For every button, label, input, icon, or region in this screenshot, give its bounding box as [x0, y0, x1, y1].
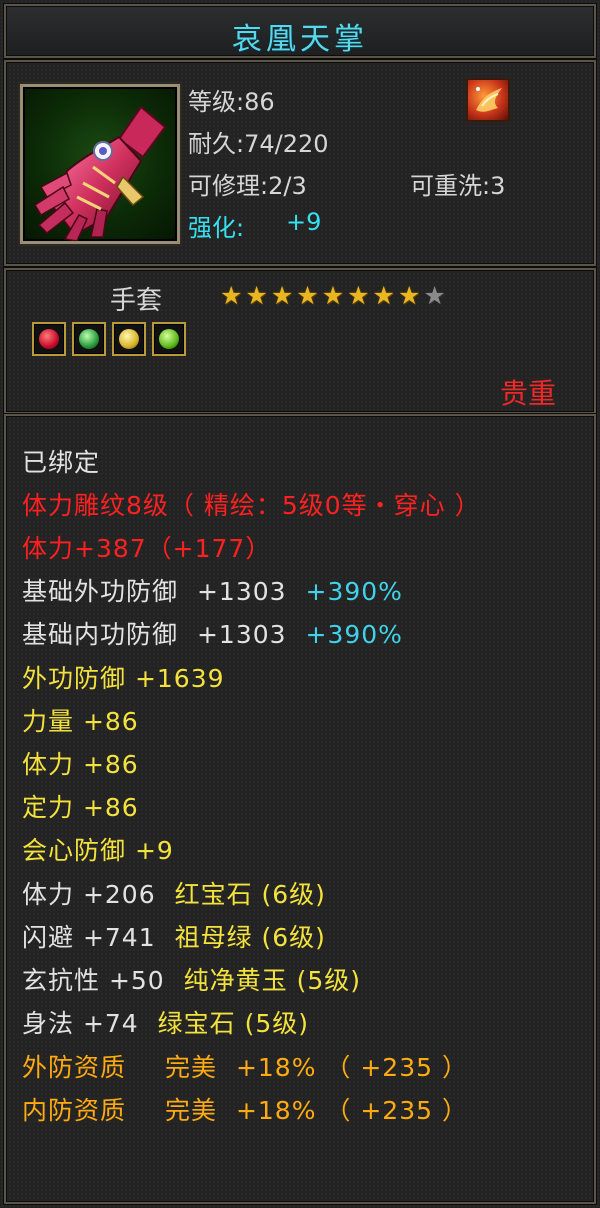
- gem-name: 绿宝石 (5级): [157, 1009, 310, 1038]
- vitality-line: 体力 +86: [22, 750, 139, 779]
- strength-line: 力量 +86: [22, 707, 139, 736]
- bound-status: 已绑定: [22, 448, 101, 477]
- gem-name: 祖母绿 (6级): [174, 923, 326, 952]
- star-filled-icon: ★: [270, 281, 294, 310]
- gem-name: 纯净黄玉 (5级): [183, 966, 362, 995]
- attr-label: 基础外功防御: [22, 577, 179, 606]
- item-name: 哀凰天掌: [232, 22, 368, 57]
- gem-stat: 玄抗性 +50: [22, 966, 165, 995]
- gem-slots: [32, 322, 186, 356]
- star-empty-icon: ★: [423, 281, 446, 310]
- quality-value: +18% （ +235 ）: [235, 1096, 468, 1125]
- gem-line: 玄抗性 +50 纯净黄玉 (5级): [22, 966, 361, 996]
- item-level: 等级:86: [188, 88, 275, 116]
- item-enhance-value: +9: [286, 208, 322, 236]
- stability-line: 定力 +86: [22, 793, 139, 822]
- star-filled-icon: ★: [321, 281, 345, 310]
- item-portrait[interactable]: [20, 84, 180, 244]
- quality-label: 内防资质: [22, 1096, 127, 1125]
- item-type: 手套: [110, 286, 163, 316]
- star-filled-icon: ★: [347, 281, 370, 310]
- star-filled-icon: ★: [397, 281, 421, 310]
- gem-stat: 体力 +206: [22, 880, 156, 909]
- base-ext-def-line: 基础外功防御 +1303 +390%: [22, 577, 403, 607]
- quality-line: 内防资质 完美 +18% （ +235 ）: [22, 1096, 468, 1126]
- base-int-def-line: 基础内功防御 +1303 +390%: [22, 620, 403, 650]
- rarity-label: 贵重: [499, 377, 556, 410]
- item-repairable: 可修理:2/3: [188, 172, 307, 200]
- green-gem-icon[interactable]: [72, 322, 106, 356]
- attr-value: +1303: [196, 577, 287, 606]
- crit-def-line: 会心防御 +9: [22, 836, 174, 865]
- star-filled-icon: ★: [220, 281, 243, 310]
- gem-name: 红宝石 (6级): [174, 880, 326, 909]
- info-panel: 等级:86 耐久:74/220 可修理:2/3 可重洗:3 强化: +9: [4, 60, 596, 266]
- attr-pct: +390%: [305, 577, 403, 606]
- gem-stat: 身法 +74: [22, 1009, 139, 1038]
- item-tooltip: 哀凰天掌 等级:86 耐久:74/220 可修理:2/3 可重洗:3 强化: +…: [0, 0, 600, 1208]
- star-filled-icon: ★: [372, 281, 395, 310]
- red-gem-icon[interactable]: [32, 322, 66, 356]
- attr-label: 基础内功防御: [22, 620, 179, 649]
- ext-def-line: 外功防御 +1639: [22, 664, 225, 693]
- item-rewash: 可重洗:3: [410, 172, 506, 200]
- engrave-line: 体力雕纹8级（ 精绘：5级0等・穿心 ）: [22, 491, 481, 520]
- title-bar: 哀凰天掌: [4, 4, 596, 58]
- gem-stat: 闪避 +741: [22, 923, 156, 952]
- quality-grade: 完美: [164, 1096, 217, 1125]
- yellow-gem-icon[interactable]: [112, 322, 146, 356]
- quality-label: 外防资质: [22, 1053, 127, 1082]
- quality-grade: 完美: [164, 1053, 217, 1082]
- quality-value: +18% （ +235 ）: [235, 1053, 468, 1082]
- gem-line: 身法 +74 绿宝石 (5级): [22, 1009, 309, 1039]
- item-durability: 耐久:74/220: [188, 130, 329, 158]
- star-filled-icon: ★: [245, 281, 268, 310]
- star-filled-icon: ★: [296, 281, 319, 310]
- gauntlet-icon: [33, 105, 167, 241]
- meta-panel: 手套 ★ ★ ★ ★ ★ ★ ★ ★ ★ 贵重: [4, 268, 596, 414]
- quality-line: 外防资质 完美 +18% （ +235 ）: [22, 1053, 468, 1083]
- emerald-gem-icon[interactable]: [152, 322, 186, 356]
- phoenix-badge-icon: [466, 78, 510, 122]
- attr-value: +1303: [196, 620, 287, 649]
- item-enhance-label: 强化:: [188, 214, 245, 242]
- attributes-panel: 已绑定 体力雕纹8级（ 精绘：5级0等・穿心 ） 体力+387（+177） 基础…: [4, 414, 596, 1204]
- vitality-main-line: 体力+387（+177）: [22, 534, 272, 563]
- gem-line: 闪避 +741 祖母绿 (6级): [22, 923, 326, 953]
- attr-pct: +390%: [305, 620, 403, 649]
- gem-line: 体力 +206 红宝石 (6级): [22, 880, 326, 910]
- star-rating: ★ ★ ★ ★ ★ ★ ★ ★ ★: [220, 282, 446, 310]
